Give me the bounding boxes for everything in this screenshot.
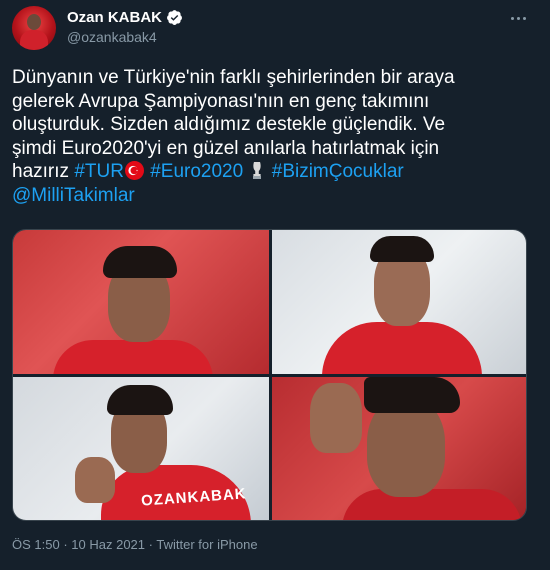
tweet-text-line: oluşturduk. Sizden aldığımız destekle gü… <box>12 114 446 135</box>
hashtag-bizimcocuklar-link[interactable]: #BizimÇocuklar <box>272 161 404 182</box>
photo-4[interactable] <box>272 377 526 520</box>
verified-badge-icon <box>167 10 182 25</box>
avatar[interactable] <box>12 6 56 50</box>
avatar-head <box>27 14 41 30</box>
tweet-date[interactable]: 10 Haz 2021 <box>71 537 145 552</box>
tweet-text-fragment: hazırız <box>12 161 70 182</box>
photo-grid: OZANKABAK <box>12 229 527 521</box>
mention-millitakimlar-link[interactable]: @MilliTakimlar <box>12 185 135 206</box>
trophy-icon <box>253 162 262 179</box>
tweet-meta: ÖS 1:50 · 10 Haz 2021 · Twitter for iPho… <box>12 537 258 552</box>
tweet-text-line: Dünyanın ve Türkiye'nin farklı şehirleri… <box>12 67 455 88</box>
photo-3[interactable]: OZANKABAK <box>13 377 269 520</box>
tweet-text-line: @MilliTakimlar <box>12 184 532 208</box>
display-name[interactable]: Ozan KABAK <box>67 9 162 26</box>
tweet-text-line: hazırız #TUR #Euro2020 #BizimÇocuklar <box>12 160 532 184</box>
photo-1[interactable] <box>13 230 269 374</box>
tweet-text-line: şimdi Euro2020'yi en güzel anılarla hatı… <box>12 137 440 159</box>
hashtag-tur-link[interactable]: #TUR <box>74 161 124 182</box>
tweet-card[interactable]: Ozan KABAK @ozankabak4 Dünyanın ve Türki… <box>0 0 550 570</box>
meta-separator: · <box>63 537 68 552</box>
more-options-icon[interactable] <box>505 8 531 28</box>
author-name-row[interactable]: Ozan KABAK <box>67 9 183 26</box>
photo-2[interactable] <box>272 230 526 374</box>
avatar-shirt <box>20 30 48 50</box>
meta-separator: · <box>148 537 153 552</box>
tweet-source: Twitter for iPhone <box>156 537 258 552</box>
hashtag-euro2020-link[interactable]: #Euro2020 <box>150 161 243 182</box>
turkey-flag-icon <box>124 161 144 180</box>
handle[interactable]: @ozankabak4 <box>67 29 157 45</box>
tweet-text-line: gelerek Avrupa Şampiyonası'nın en genç t… <box>12 90 430 112</box>
tweet-text: Dünyanın ve Türkiye'nin farklı şehirleri… <box>12 66 532 207</box>
tweet-time[interactable]: ÖS 1:50 <box>12 537 60 552</box>
